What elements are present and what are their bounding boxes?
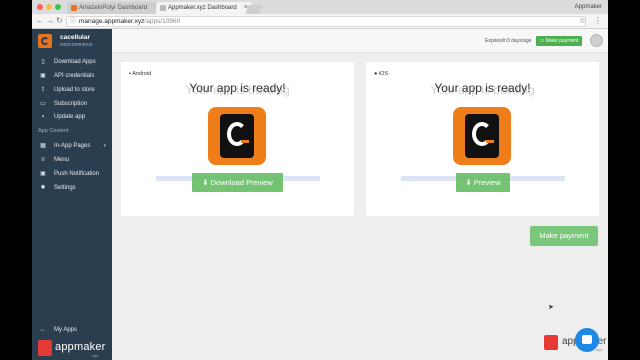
app-icon xyxy=(208,107,266,165)
browser-tab-appmaker[interactable]: Appmaker.xyz Dashboard × xyxy=(156,2,252,14)
chat-icon xyxy=(582,335,592,344)
download-icon: ⬇ xyxy=(465,178,474,187)
build-ready-heading: Your app is ready! xyxy=(434,81,531,95)
appmaker-logo-icon xyxy=(38,340,52,356)
list-icon: ≡ xyxy=(41,157,45,163)
sidebar-item-label: My Apps xyxy=(54,327,78,333)
appmaker-logo-text: appmaker xyxy=(55,341,106,353)
tab-favicon-icon xyxy=(71,5,77,11)
browser-tabstrip: AmazeinPolyr Dashboard × Appmaker.xyz Da… xyxy=(32,0,608,14)
sidebar-item-subscription[interactable]: ▭ Subscription xyxy=(32,98,112,110)
update-icon: ▪ xyxy=(41,114,45,120)
mouse-cursor-icon: ➤ xyxy=(548,304,554,311)
browser-toolbar: ← → ↻ ⓘ manage.appmaker.xyz/apps/10960 ☆… xyxy=(32,14,608,29)
build-ready-heading: Your app is ready! xyxy=(189,81,286,95)
bookmark-star-icon[interactable]: ☆ xyxy=(579,16,586,26)
close-window-icon[interactable] xyxy=(37,4,43,10)
preview-label: Preview xyxy=(473,178,501,187)
card-icon: ▭ xyxy=(40,101,46,107)
sidebar-item-menu[interactable]: ≡ Menu xyxy=(32,154,112,166)
gear-icon: ✹ xyxy=(40,185,46,191)
forward-arrow-icon[interactable]: → xyxy=(46,16,54,26)
address-bar[interactable]: ⓘ manage.appmaker.xyz/apps/10960 xyxy=(66,16,586,27)
reload-icon[interactable]: ↻ xyxy=(56,16,63,26)
card-platform-text: iOS xyxy=(378,71,389,77)
android-build-card: ▪ Android Your app is building Your app … xyxy=(121,62,354,216)
minimize-window-icon[interactable] xyxy=(46,4,52,10)
app-name: cacellular xyxy=(60,34,90,41)
make-payment-button[interactable]: Make payment xyxy=(530,226,598,246)
upload-icon: ⇪ xyxy=(40,87,46,93)
sidebar-item-in-app-pages[interactable]: ▦ In-App Pages ▾ xyxy=(32,140,112,152)
app-logo-icon xyxy=(38,34,52,48)
app-platform: woocommerce xyxy=(60,42,93,48)
tab-favicon-icon xyxy=(160,5,166,11)
new-tab-button[interactable] xyxy=(245,5,263,14)
tab-title: Appmaker.xyz Dashboard xyxy=(168,5,237,11)
make-payment-top-button[interactable]: ▭ Make payment xyxy=(536,36,582,46)
appmaker-logo-sub: .xyz xyxy=(91,353,99,358)
sidebar: cacellular woocommerce ▯ Download Apps ▣… xyxy=(32,29,112,360)
expiry-notice: Expires/in3 days/age xyxy=(485,38,532,44)
sidebar-item-push-notification[interactable]: ▣ Push Notification xyxy=(32,168,112,180)
bell-icon: ▣ xyxy=(40,171,46,177)
ios-build-card: ● iOS Your app is building Your app is r… xyxy=(366,62,599,216)
grid-icon: ▦ xyxy=(40,143,46,149)
app-icon xyxy=(453,107,511,165)
download-preview-label: Download Preview xyxy=(210,178,273,187)
preview-button[interactable]: ⬇ Preview xyxy=(456,173,510,192)
card-platform-text: Android xyxy=(132,71,152,77)
url-path: /apps/10960 xyxy=(144,18,181,25)
phone-icon: ▯ xyxy=(41,59,45,65)
browser-profile-name[interactable]: Appmaker xyxy=(575,2,602,12)
chat-launcher-button[interactable] xyxy=(575,328,599,352)
sidebar-item-label: In-App Pages xyxy=(54,143,91,149)
sidebar-item-upload-to-store[interactable]: ⇪ Upload to store xyxy=(32,84,112,96)
download-preview-button[interactable]: ⬇ Download Preview xyxy=(192,173,283,192)
download-icon: ⬇ xyxy=(202,178,211,187)
card-platform-label: ▪ Android xyxy=(129,71,151,77)
sidebar-item-label: API credentials xyxy=(54,73,95,79)
url-host: manage.appmaker.xyz xyxy=(79,18,145,25)
sidebar-item-label: Subscription xyxy=(54,101,88,107)
maximize-window-icon[interactable] xyxy=(55,4,61,10)
tab-title: AmazeinPolyr Dashboard xyxy=(79,5,148,11)
top-bar: Expires/in3 days/age ▭ Make payment xyxy=(112,29,608,53)
avatar[interactable] xyxy=(590,34,603,47)
appmaker-logo-icon xyxy=(544,335,558,350)
app-window: AmazeinPolyr Dashboard × Appmaker.xyz Da… xyxy=(32,0,608,360)
browser-menu-icon[interactable]: ⋮ xyxy=(594,16,602,26)
card-platform-label: ● iOS xyxy=(374,71,388,77)
lock-icon: ▣ xyxy=(40,73,46,79)
sidebar-item-label: Push Notification xyxy=(54,171,100,177)
sidebar-item-label: Menu xyxy=(54,157,70,163)
browser-tab-amazeinpolyr[interactable]: AmazeinPolyr Dashboard × xyxy=(67,2,163,14)
sidebar-item-api-credentials[interactable]: ▣ API credentials xyxy=(32,70,112,82)
make-payment-top-label: Make payment xyxy=(545,38,579,44)
sidebar-item-update-app[interactable]: ▪ Update app xyxy=(32,111,112,123)
chevron-down-icon: ▾ xyxy=(103,143,106,149)
sidebar-item-download-apps[interactable]: ▯ Download Apps xyxy=(32,56,112,68)
sidebar-item-my-apps[interactable]: ← My Apps xyxy=(32,324,112,336)
back-arrow-icon: ← xyxy=(40,327,46,333)
sidebar-item-label: Upload to store xyxy=(54,87,95,93)
sidebar-item-label: Settings xyxy=(54,185,76,191)
back-arrow-icon[interactable]: ← xyxy=(36,16,44,26)
sidebar-section-title: App Content xyxy=(38,128,69,134)
main-content: Expires/in3 days/age ▭ Make payment ▪ An… xyxy=(112,29,608,360)
sidebar-item-label: Update app xyxy=(54,114,86,120)
sidebar-item-settings[interactable]: ✹ Settings xyxy=(32,182,112,194)
sidebar-item-label: Download Apps xyxy=(54,59,96,65)
page-info-icon[interactable]: ⓘ xyxy=(70,17,76,27)
